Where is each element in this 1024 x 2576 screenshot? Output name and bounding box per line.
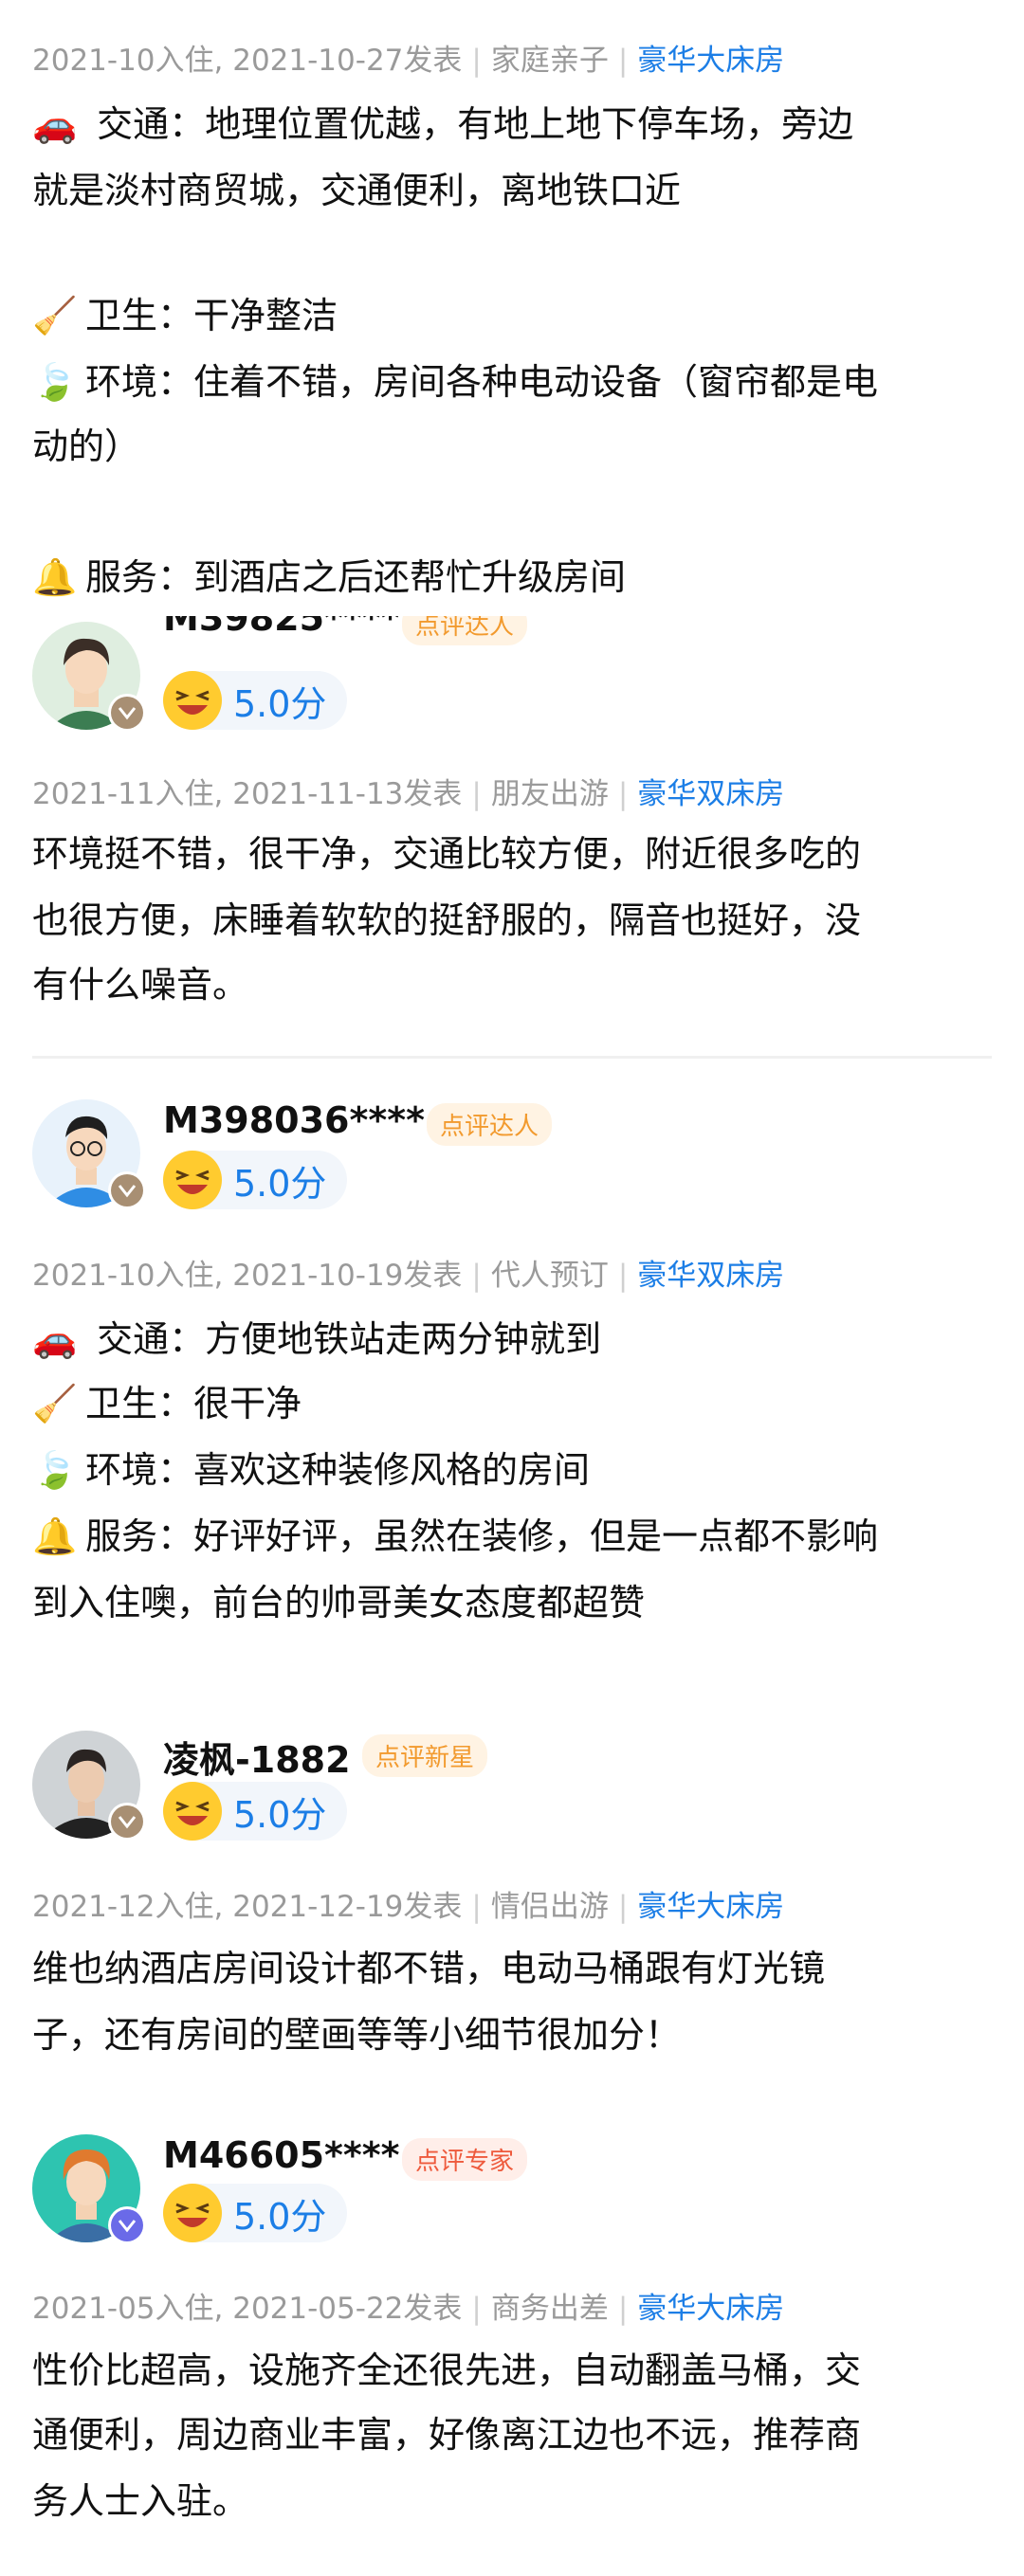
review-meta: 2021-05入住, 2021-05-22发表 | 商务出差 | 豪华大床房 — [32, 2292, 785, 2326]
verified-badge-icon — [108, 1803, 146, 1841]
rating-badge: 5.0分 — [163, 671, 348, 730]
rating-badge: 5.0分 — [163, 1151, 348, 1209]
username[interactable]: M46605**** — [163, 2134, 400, 2176]
reviewer-badge: 点评达人 — [427, 1103, 553, 1146]
rating-score: 5.0分 — [233, 1162, 327, 1205]
bell-icon: 🔔 — [32, 556, 78, 598]
review-meta: 2021-11入住, 2021-11-13发表 | 朋友出游 | 豪华双床房 — [32, 777, 785, 811]
review-meta: 2021-10入住, 2021-10-19发表 | 代人预订 | 豪华双床房 — [32, 1259, 785, 1293]
broom-icon: 🧹 — [32, 1383, 78, 1424]
divider — [32, 1056, 992, 1059]
reviewer-badge: 点评新星 — [362, 1734, 488, 1777]
laughing-face-icon — [163, 1782, 222, 1841]
avatar[interactable] — [32, 1731, 146, 1841]
verified-badge-icon — [108, 2206, 146, 2244]
stay-date: 2021-10入住, 2021-10-27发表 — [32, 44, 463, 78]
car-icon: 🚗 — [32, 1318, 78, 1360]
review-meta: 2021-12入住, 2021-12-19发表 | 情侣出游 | 豪华大床房 — [32, 1890, 785, 1924]
laughing-face-icon — [163, 2184, 222, 2242]
rating-badge: 5.0分 — [163, 1782, 348, 1841]
username[interactable]: 凌枫-1882 — [163, 1731, 351, 1783]
avatar[interactable] — [32, 1099, 146, 1209]
verified-badge-icon — [108, 694, 146, 732]
laughing-face-icon — [163, 1151, 222, 1209]
bell-icon: 🔔 — [32, 1515, 78, 1557]
username[interactable]: M398036**** — [163, 1099, 425, 1141]
broom-icon: 🧹 — [32, 295, 78, 336]
clipped-header: M39825**** 点评达人 — [0, 616, 1024, 652]
avatar[interactable] — [32, 2134, 146, 2244]
reviewer-badge: 点评达人 — [402, 616, 528, 645]
leaf-icon: 🍃 — [32, 1449, 78, 1491]
rating-score: 5.0分 — [233, 682, 327, 725]
reviewer-badge: 点评专家 — [402, 2138, 528, 2181]
rating-score: 5.0分 — [233, 1793, 327, 1836]
laughing-face-icon — [163, 671, 222, 730]
trip-type: 家庭亲子 — [490, 44, 609, 78]
verified-badge-icon — [108, 1171, 146, 1209]
car-icon: 🚗 — [32, 103, 78, 145]
room-type: 豪华大床房 — [637, 44, 785, 78]
rating-badge: 5.0分 — [163, 2184, 348, 2242]
avatar[interactable] — [32, 622, 146, 732]
rating-score: 5.0分 — [233, 2195, 327, 2238]
username[interactable]: M39825**** — [163, 616, 400, 639]
review-meta: 2021-10入住, 2021-10-27发表 | 家庭亲子 | 豪华大床房 — [32, 44, 785, 78]
leaf-icon: 🍃 — [32, 361, 78, 403]
